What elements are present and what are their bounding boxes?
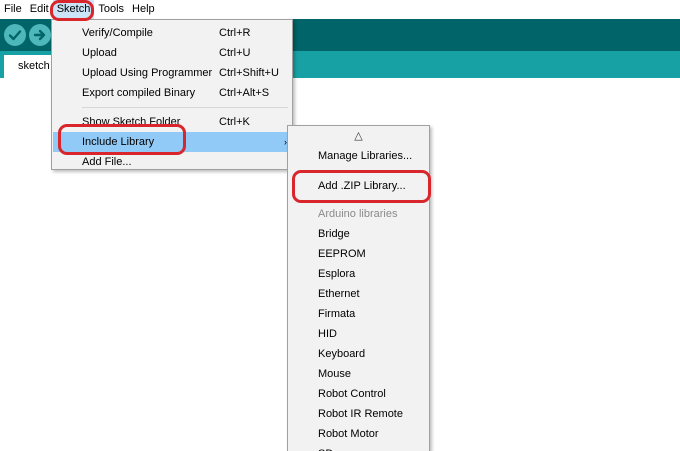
library-item[interactable]: Firmata	[318, 304, 355, 324]
menu-item-label: Verify/Compile	[82, 27, 153, 39]
menu-item-manage-libraries[interactable]: Manage Libraries...	[318, 146, 412, 166]
menu-item-upload-using-programmer[interactable]: Upload Using Programmer Ctrl+Shift+U	[53, 63, 291, 83]
library-item[interactable]: EEPROM	[318, 244, 366, 264]
menu-item-label: Upload	[82, 47, 117, 59]
menu-item-shortcut: Ctrl+K	[219, 116, 250, 128]
checkmark-icon	[8, 30, 22, 41]
menu-item-shortcut: Ctrl+R	[219, 27, 251, 39]
menu-item-label: Upload Using Programmer	[82, 67, 213, 79]
menu-item-shortcut: Ctrl+Alt+S	[219, 87, 270, 99]
library-item[interactable]: Ethernet	[318, 284, 360, 304]
library-item[interactable]: HID	[318, 324, 337, 344]
library-item[interactable]: Keyboard	[318, 344, 365, 364]
library-item[interactable]: Bridge	[318, 224, 350, 244]
arrow-right-icon	[33, 29, 46, 41]
menu-item-upload[interactable]: Upload Ctrl+U	[53, 43, 291, 63]
menu-sketch[interactable]: Sketch	[52, 0, 95, 19]
menu-file[interactable]: File	[0, 0, 26, 19]
menu-bar: File Edit Sketch Tools Help	[0, 0, 680, 19]
menu-item-include-library[interactable]: Include Library ›	[53, 132, 291, 152]
upload-button[interactable]	[29, 24, 51, 46]
menu-help[interactable]: Help	[128, 0, 159, 19]
menu-item-add-zip-library[interactable]: Add .ZIP Library...	[318, 176, 406, 196]
menu-item-shortcut: Ctrl+Shift+U	[219, 67, 279, 79]
menu-tools[interactable]: Tools	[94, 0, 128, 19]
menu-separator	[318, 170, 424, 171]
menu-item-export-compiled-binary[interactable]: Export compiled Binary Ctrl+Alt+S	[53, 83, 291, 103]
menu-item-shortcut: Ctrl+U	[219, 47, 251, 59]
sketch-menu: Verify/Compile Ctrl+R Upload Ctrl+U Uplo…	[51, 19, 293, 170]
menu-item-label: Show Sketch Folder	[82, 116, 181, 128]
menu-item-label: Include Library	[82, 136, 155, 148]
include-library-submenu: △ Manage Libraries... Add .ZIP Library..…	[287, 125, 430, 451]
menu-separator	[82, 107, 288, 108]
library-item[interactable]: SD	[318, 444, 333, 451]
library-item[interactable]: Esplora	[318, 264, 355, 284]
menu-edit[interactable]: Edit	[26, 0, 53, 19]
section-header-arduino-libraries: Arduino libraries	[318, 208, 398, 220]
scroll-up-icon[interactable]: △	[288, 129, 429, 142]
library-item[interactable]: Robot IR Remote	[318, 404, 403, 424]
menu-item-label: Export compiled Binary	[82, 87, 196, 99]
menu-item-verify-compile[interactable]: Verify/Compile Ctrl+R	[53, 23, 291, 43]
library-item[interactable]: Mouse	[318, 364, 351, 384]
menu-item-show-sketch-folder[interactable]: Show Sketch Folder Ctrl+K	[53, 112, 291, 132]
menu-separator	[318, 200, 424, 201]
menu-item-add-file[interactable]: Add File...	[53, 152, 291, 172]
verify-button[interactable]	[4, 24, 26, 46]
menu-item-label: Add File...	[82, 156, 132, 168]
library-item[interactable]: Robot Motor	[318, 424, 379, 444]
library-item[interactable]: Robot Control	[318, 384, 386, 404]
